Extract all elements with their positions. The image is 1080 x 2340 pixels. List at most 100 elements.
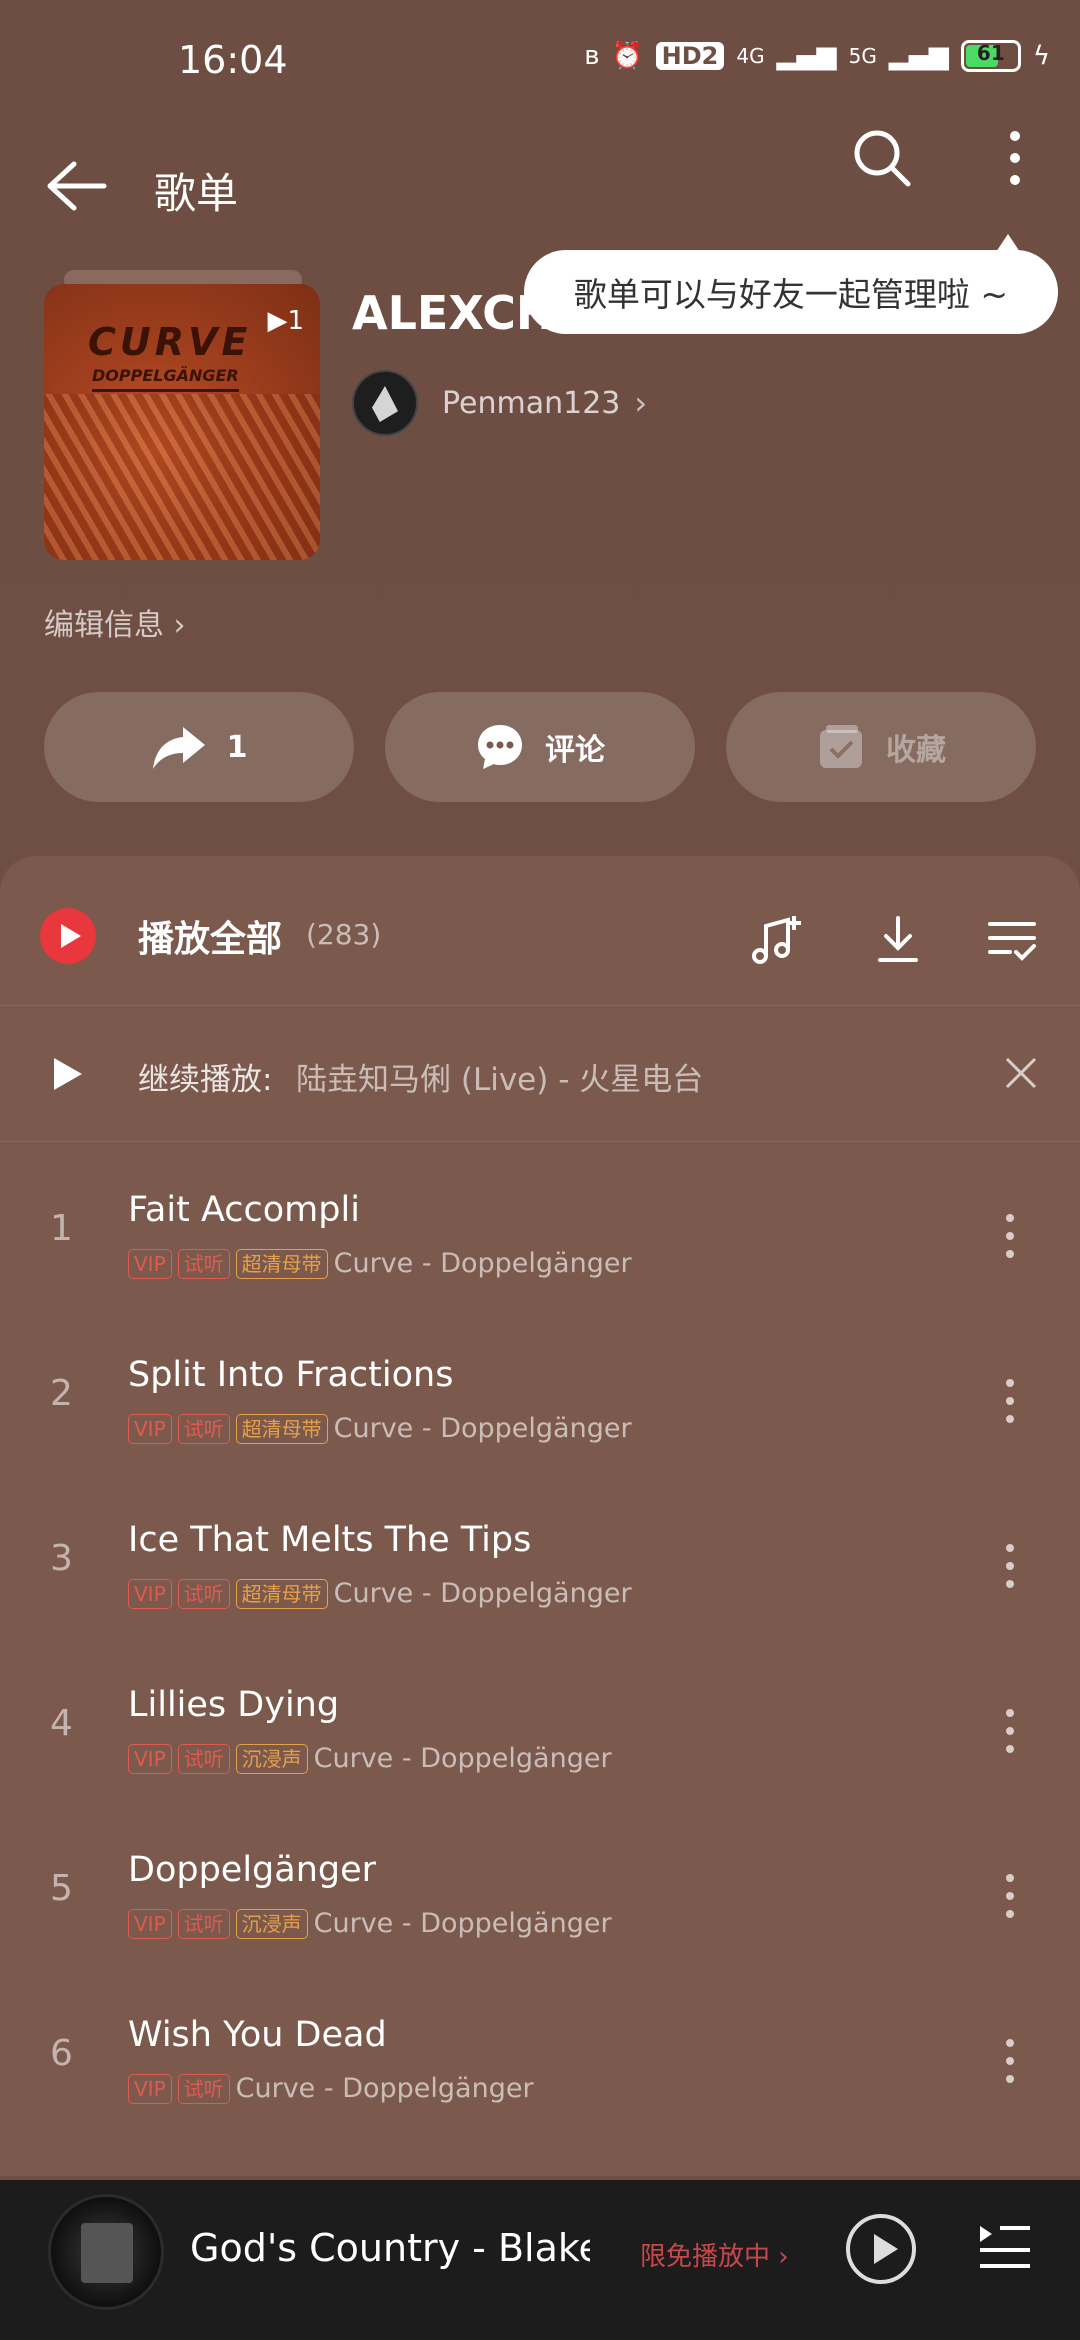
close-icon[interactable] [1004,1056,1038,1090]
edit-info-link[interactable]: 编辑信息 › [44,600,186,644]
song-meta: VIP 试听 超清母带 Curve - Doppelgänger [128,1248,632,1279]
song-artist-album: Curve - Doppelgänger [333,1578,632,1609]
song-row[interactable]: 1 Fait Accompli VIP 试听 超清母带 Curve - Dopp… [0,1152,1080,1317]
song-artist-album: Curve - Doppelgänger [333,1248,632,1279]
song-title: Wish You Dead [128,2015,387,2055]
vip-badge: VIP [128,2073,172,2104]
trial-badge: 试听 [177,1908,230,1939]
vip-badge: VIP [128,1248,172,1279]
comment-label: 评论 [545,733,605,768]
back-arrow-icon[interactable] [44,158,108,214]
page-title: 歌单 [154,169,239,218]
signal-icon-2: ▂▄▆ [888,41,949,71]
song-artist-album: Curve - Doppelgänger [313,1908,612,1939]
cover-art-subtitle: DOPPELGÄNGER [92,366,239,392]
more-vertical-icon[interactable] [1000,128,1030,188]
mini-player[interactable]: God's Country - Blake 限免播放中 › [0,2180,1080,2340]
song-title: Ice That Melts The Tips [128,1520,532,1560]
trial-badge: 试听 [177,2073,230,2104]
play-icon[interactable] [54,1058,82,1090]
quality-badge: 沉浸声 [235,1908,308,1939]
song-more-icon[interactable] [1000,1872,1020,1920]
song-title: Fait Accompli [128,1190,360,1230]
signal-4g-label: 4G [736,44,765,68]
cover-play-count: ▶1 [267,306,304,336]
song-artist-album: Curve - Doppelgänger [235,2073,534,2104]
song-row[interactable]: 4 Lillies Dying VIP 试听 沉浸声 Curve - Doppe… [0,1647,1080,1812]
alarm-icon: ⏰ [611,41,644,71]
collect-button[interactable]: 收藏 [726,692,1036,802]
app-header: 歌单 [0,120,1080,250]
quality-badge: 超清母带 [235,1248,328,1279]
multi-select-icon[interactable] [984,912,1040,968]
collect-label: 收藏 [886,733,946,768]
vip-badge: VIP [128,1908,172,1939]
status-bar: 16:04 ʙ ⏰ HD2 4G ▂▄▆ 5G ▂▄▆ 61 ϟ [0,0,1080,120]
cover-art-texture [44,394,320,560]
trial-badge: 试听 [177,1578,230,1609]
resume-label: 继续播放: [138,1062,273,1098]
song-meta: VIP 试听 沉浸声 Curve - Doppelgänger [128,1743,612,1774]
song-row[interactable]: 5 Doppelgänger VIP 试听 沉浸声 Curve - Doppel… [0,1812,1080,1977]
trial-badge: 试听 [177,1743,230,1774]
song-title: Doppelgänger [128,1850,377,1890]
battery-level: 61 [976,41,1005,65]
song-number: 6 [50,2033,73,2074]
song-row[interactable]: 2 Split Into Fractions VIP 试听 超清母带 Curve… [0,1317,1080,1482]
add-music-icon[interactable] [748,912,804,968]
comment-icon [478,725,522,769]
song-number: 4 [50,1703,73,1744]
song-meta: VIP 试听 超清母带 Curve - Doppelgänger [128,1413,632,1444]
resume-playback-row[interactable]: 继续播放: 陆垚知马俐 (Live) - 火星电台 [0,1006,1080,1142]
song-list-panel: 播放全部 (283) 继续播放: 陆垚知马俐 (Live) - 火星电台 1 F… [0,856,1080,2176]
song-more-icon[interactable] [1000,1707,1020,1755]
play-all-icon[interactable] [40,908,96,964]
hd-badge: HD2 [655,42,725,70]
vip-badge: VIP [128,1413,172,1444]
play-all-row[interactable]: 播放全部 (283) [0,856,1080,1006]
collect-icon [820,725,862,768]
playlist-cover[interactable]: CURVE DOPPELGÄNGER ▶1 [44,284,320,560]
song-meta: VIP 试听 超清母带 Curve - Doppelgänger [128,1578,632,1609]
resume-track: 陆垚知马俐 (Live) - 火星电台 [296,1062,704,1098]
battery-icon: 61 [960,40,1021,72]
song-row[interactable]: 3 Ice That Melts The Tips VIP 试听 超清母带 Cu… [0,1482,1080,1647]
tooltip-bubble[interactable]: 歌单可以与好友一起管理啦 ~ [524,250,1058,334]
song-title: Lillies Dying [128,1685,340,1725]
trial-badge: 试听 [177,1248,230,1279]
search-icon[interactable] [852,128,912,188]
trial-badge: 试听 [177,1413,230,1444]
song-more-icon[interactable] [1000,1542,1020,1590]
creator-link[interactable]: Penman123 › [352,370,647,436]
chevron-right-icon: › [634,384,648,422]
free-play-label[interactable]: 限免播放中 › [640,2236,789,2273]
song-number: 2 [50,1373,73,1414]
song-more-icon[interactable] [1000,1212,1020,1260]
comment-button[interactable]: 评论 [385,692,695,802]
player-track-title[interactable]: God's Country - Blake [190,2226,590,2270]
song-title: Split Into Fractions [128,1355,454,1395]
song-artist-album: Curve - Doppelgänger [313,1743,612,1774]
play-all-label[interactable]: 播放全部 [138,910,282,962]
player-album-art[interactable] [48,2194,164,2310]
creator-name: Penman123 [442,385,621,421]
song-artist-album: Curve - Doppelgänger [333,1413,632,1444]
share-button[interactable]: 1 [44,692,354,802]
cover-play-count-value: 1 [287,306,304,336]
status-icons: ʙ ⏰ HD2 4G ▂▄▆ 5G ▂▄▆ 61 ϟ [584,40,1050,72]
charging-icon: ϟ [1032,41,1050,71]
song-number: 1 [50,1208,73,1249]
avatar [352,370,418,436]
signal-5g-label: 5G [848,44,877,68]
download-icon[interactable] [870,912,926,968]
song-more-icon[interactable] [1000,2037,1020,2085]
song-more-icon[interactable] [1000,1377,1020,1425]
status-time: 16:04 [178,38,288,82]
vip-badge: VIP [128,1578,172,1609]
song-row[interactable]: 6 Wish You Dead VIP 试听 Curve - Doppelgän… [0,1977,1080,2142]
share-icon [152,727,205,769]
play-pause-button[interactable] [846,2214,916,2284]
cover-art-title: CURVE [88,320,252,364]
playlist-queue-icon[interactable] [978,2220,1032,2272]
quality-badge: 超清母带 [235,1413,328,1444]
